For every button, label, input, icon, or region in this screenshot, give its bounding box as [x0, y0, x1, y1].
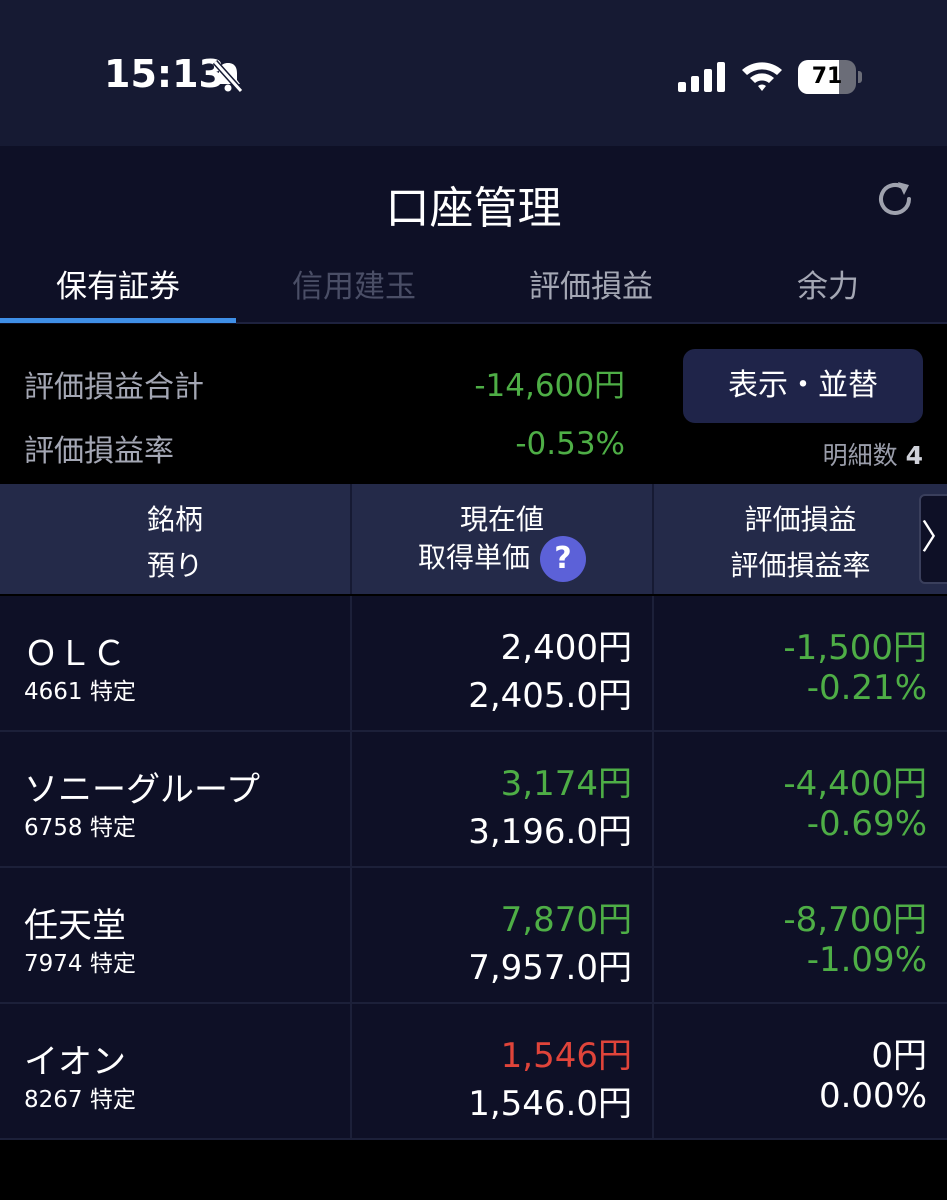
- stock-code: 8267 特定: [24, 1087, 136, 1113]
- tab-holdings[interactable]: 保有証券: [0, 256, 236, 324]
- pl-cell: 0円 0.00%: [654, 1004, 947, 1138]
- acquisition-price: 3,196.0円: [468, 812, 632, 852]
- current-price: 3,174円: [500, 764, 632, 804]
- pl-rate: 0.00%: [818, 1076, 927, 1116]
- app-header: 口座管理 保有証券 信用建玉 評価損益 余力: [0, 146, 947, 324]
- pl-cell: -8,700円 -1.09%: [654, 868, 947, 1002]
- summary-panel: 評価損益合計 -14,600円 評価損益率 -0.53% 表示・並替 明細数 4: [0, 324, 947, 482]
- pl-rate-label: 評価損益率: [24, 434, 174, 469]
- stock-code: 4661 特定: [24, 679, 136, 705]
- pl-rate: -0.69%: [806, 804, 927, 844]
- wifi-icon: [742, 62, 782, 91]
- total-pl-value: -14,600円: [474, 368, 625, 404]
- current-price: 1,546円: [500, 1036, 632, 1076]
- price-cell: 1,546円 1,546.0円: [352, 1004, 652, 1138]
- price-cell: 7,870円 7,957.0円: [352, 868, 652, 1002]
- column-header-pl[interactable]: 評価損益 評価損益率: [654, 484, 947, 594]
- column-header-price-line1: 現在値: [459, 503, 544, 536]
- stock-cell: 任天堂 7974 特定: [0, 868, 350, 1002]
- stock-cell: ＯＬＣ 4661 特定: [0, 596, 350, 730]
- column-header-stock-line1: 銘柄: [146, 503, 203, 536]
- pl-amount: -8,700円: [783, 900, 927, 940]
- tab-bar: 保有証券 信用建玉 評価損益 余力: [0, 256, 947, 324]
- status-bar: 15:13 71: [0, 0, 947, 146]
- column-header-price-line2: 取得単価: [417, 541, 530, 574]
- item-count-value: 4: [905, 441, 923, 470]
- bell-slash-icon: [212, 59, 244, 94]
- stock-name: 任天堂: [24, 906, 126, 946]
- table-row[interactable]: ＯＬＣ 4661 特定 2,400円 2,405.0円 -1,500円 -0.21%: [0, 596, 947, 732]
- total-pl-label: 評価損益合計: [24, 370, 204, 405]
- tab-buying-power[interactable]: 余力: [710, 256, 946, 324]
- current-price: 7,870円: [500, 900, 632, 940]
- acquisition-price: 7,957.0円: [468, 948, 632, 988]
- bottom-area: [0, 1142, 947, 1200]
- table-row[interactable]: 任天堂 7974 特定 7,870円 7,957.0円 -8,700円 -1.09%: [0, 868, 947, 1004]
- help-icon[interactable]: ?: [540, 536, 586, 582]
- stock-name: ＯＬＣ: [24, 634, 126, 674]
- acquisition-price: 2,405.0円: [468, 676, 632, 716]
- tab-valuation[interactable]: 評価損益: [473, 256, 709, 324]
- cellular-signal-icon: [678, 62, 725, 92]
- tab-active-indicator: [0, 318, 236, 323]
- display-sort-button[interactable]: 表示・並替: [683, 349, 923, 423]
- page-title: 口座管理: [385, 183, 562, 234]
- pl-cell: -4,400円 -0.69%: [654, 732, 947, 866]
- pl-rate: -1.09%: [806, 940, 927, 980]
- item-count: 明細数 4: [823, 436, 923, 472]
- pl-rate: -0.21%: [806, 668, 927, 708]
- column-header-stock[interactable]: 銘柄 預り: [0, 484, 350, 594]
- stock-cell: イオン 8267 特定: [0, 1004, 350, 1138]
- item-count-label: 明細数: [822, 441, 898, 470]
- stock-name: イオン: [24, 1042, 126, 1082]
- column-header-stock-line2: 預り: [146, 549, 203, 582]
- stock-name: ソニーグループ: [24, 770, 260, 810]
- stock-code: 7974 特定: [24, 951, 136, 977]
- price-cell: 2,400円 2,405.0円: [352, 596, 652, 730]
- stock-cell: ソニーグループ 6758 特定: [0, 732, 350, 866]
- current-price: 2,400円: [500, 628, 632, 668]
- acquisition-price: 1,546.0円: [468, 1084, 632, 1124]
- refresh-icon[interactable]: [872, 176, 918, 222]
- table-header: 銘柄 預り 現在値 取得単価? 評価損益 評価損益率: [0, 484, 947, 594]
- tab-margin-positions[interactable]: 信用建玉: [236, 256, 472, 324]
- battery-icon: 71: [798, 60, 862, 94]
- scroll-right-chevron-icon[interactable]: 〉: [919, 494, 947, 584]
- column-header-pl-line2: 評価損益率: [730, 549, 871, 582]
- pl-amount: -1,500円: [783, 628, 927, 668]
- battery-percent: 71: [811, 64, 843, 89]
- table-row[interactable]: ソニーグループ 6758 特定 3,174円 3,196.0円 -4,400円 -0.69…: [0, 732, 947, 868]
- pl-cell: -1,500円 -0.21%: [654, 596, 947, 730]
- status-time: 15:13: [104, 52, 225, 96]
- column-header-pl-line1: 評価損益: [744, 503, 857, 536]
- pl-rate-value: -0.53%: [515, 426, 625, 462]
- table-row[interactable]: イオン 8267 特定 1,546円 1,546.0円 0円 0.00%: [0, 1004, 947, 1140]
- pl-amount: -4,400円: [783, 764, 927, 804]
- pl-amount: 0円: [871, 1036, 927, 1076]
- price-cell: 3,174円 3,196.0円: [352, 732, 652, 866]
- stock-code: 6758 特定: [24, 815, 136, 841]
- column-header-price[interactable]: 現在値 取得単価?: [352, 484, 652, 594]
